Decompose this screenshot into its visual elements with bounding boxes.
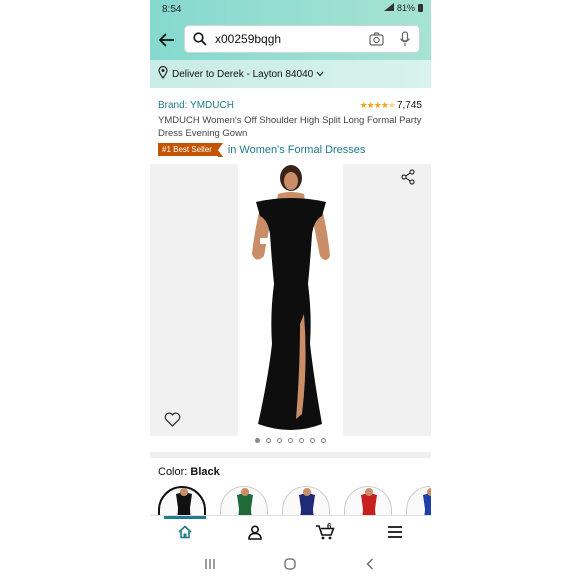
bracelet (260, 238, 268, 244)
search-icon (193, 32, 207, 51)
camera-icon[interactable] (369, 32, 384, 51)
category-link[interactable]: in Women's Formal Dresses (228, 144, 366, 156)
active-indicator (164, 516, 206, 519)
signal-icon (383, 3, 394, 13)
nav-account[interactable] (220, 516, 290, 548)
battery-icon (418, 4, 423, 12)
back-button[interactable] (156, 29, 178, 51)
search-header (150, 20, 431, 60)
pagination-dot[interactable] (277, 438, 282, 443)
status-icons: 81% (383, 3, 423, 13)
heart-icon[interactable] (164, 412, 181, 432)
section-divider (150, 452, 431, 458)
pagination-dot[interactable] (321, 438, 326, 443)
cart-count: 6 (327, 522, 332, 531)
color-label-prefix: Color: (158, 466, 188, 478)
brand-link[interactable]: Brand: YMDUCH (158, 100, 234, 111)
home-button[interactable] (275, 555, 305, 573)
menu-icon (388, 526, 402, 538)
status-time: 8:54 (162, 4, 182, 15)
location-pin-icon (158, 65, 168, 82)
share-icon[interactable] (400, 169, 416, 190)
chevron-left-icon (366, 558, 373, 570)
pagination-dot[interactable] (310, 438, 315, 443)
chevron-down-icon (316, 69, 324, 80)
star-rating-icon: ★★★★★ (359, 100, 396, 110)
rating[interactable]: ★★★★★ 7,745 (360, 100, 422, 111)
pagination-dot[interactable] (255, 438, 260, 443)
nav-menu[interactable] (360, 516, 430, 548)
bestseller-row: #1 Best Seller in Women's Formal Dresses (158, 143, 366, 157)
nav-home[interactable] (150, 516, 220, 548)
recents-button[interactable] (195, 555, 225, 573)
best-seller-badge: #1 Best Seller (158, 143, 223, 157)
pagination-dot[interactable] (288, 438, 293, 443)
product-title: YMDUCH Women's Off Shoulder High Split L… (158, 115, 422, 139)
mic-icon[interactable] (399, 31, 411, 52)
status-bar: 8:54 81% (150, 0, 431, 20)
product-image[interactable] (238, 164, 343, 436)
deliver-text: Deliver to Derek - Layton 84040 (172, 68, 314, 80)
phone-screen: 8:54 81% x00259bqgh Deliver to Derek - L… (150, 0, 431, 580)
home-icon (178, 525, 192, 539)
rating-count: 7,745 (396, 100, 422, 111)
product-image-area[interactable] (150, 164, 431, 436)
person-icon (248, 524, 262, 540)
selected-color: Black (190, 466, 220, 478)
image-pagination[interactable] (150, 438, 431, 443)
android-nav-bar (150, 547, 431, 580)
nav-cart[interactable]: 6 (290, 516, 360, 548)
color-label: Color: Black (158, 466, 220, 478)
arrow-left-icon (159, 33, 174, 47)
pagination-dot[interactable] (299, 438, 304, 443)
bottom-nav: 6 (150, 515, 431, 548)
battery-percent: 81% (396, 3, 415, 13)
pagination-dot[interactable] (266, 438, 271, 443)
recents-icon (205, 559, 215, 569)
circle-home-icon (284, 558, 296, 570)
deliver-bar[interactable]: Deliver to Derek - Layton 84040 (150, 60, 431, 88)
search-input[interactable] (215, 32, 355, 46)
cart-icon (316, 525, 335, 540)
system-back-button[interactable] (355, 555, 385, 573)
search-box[interactable] (184, 25, 420, 53)
